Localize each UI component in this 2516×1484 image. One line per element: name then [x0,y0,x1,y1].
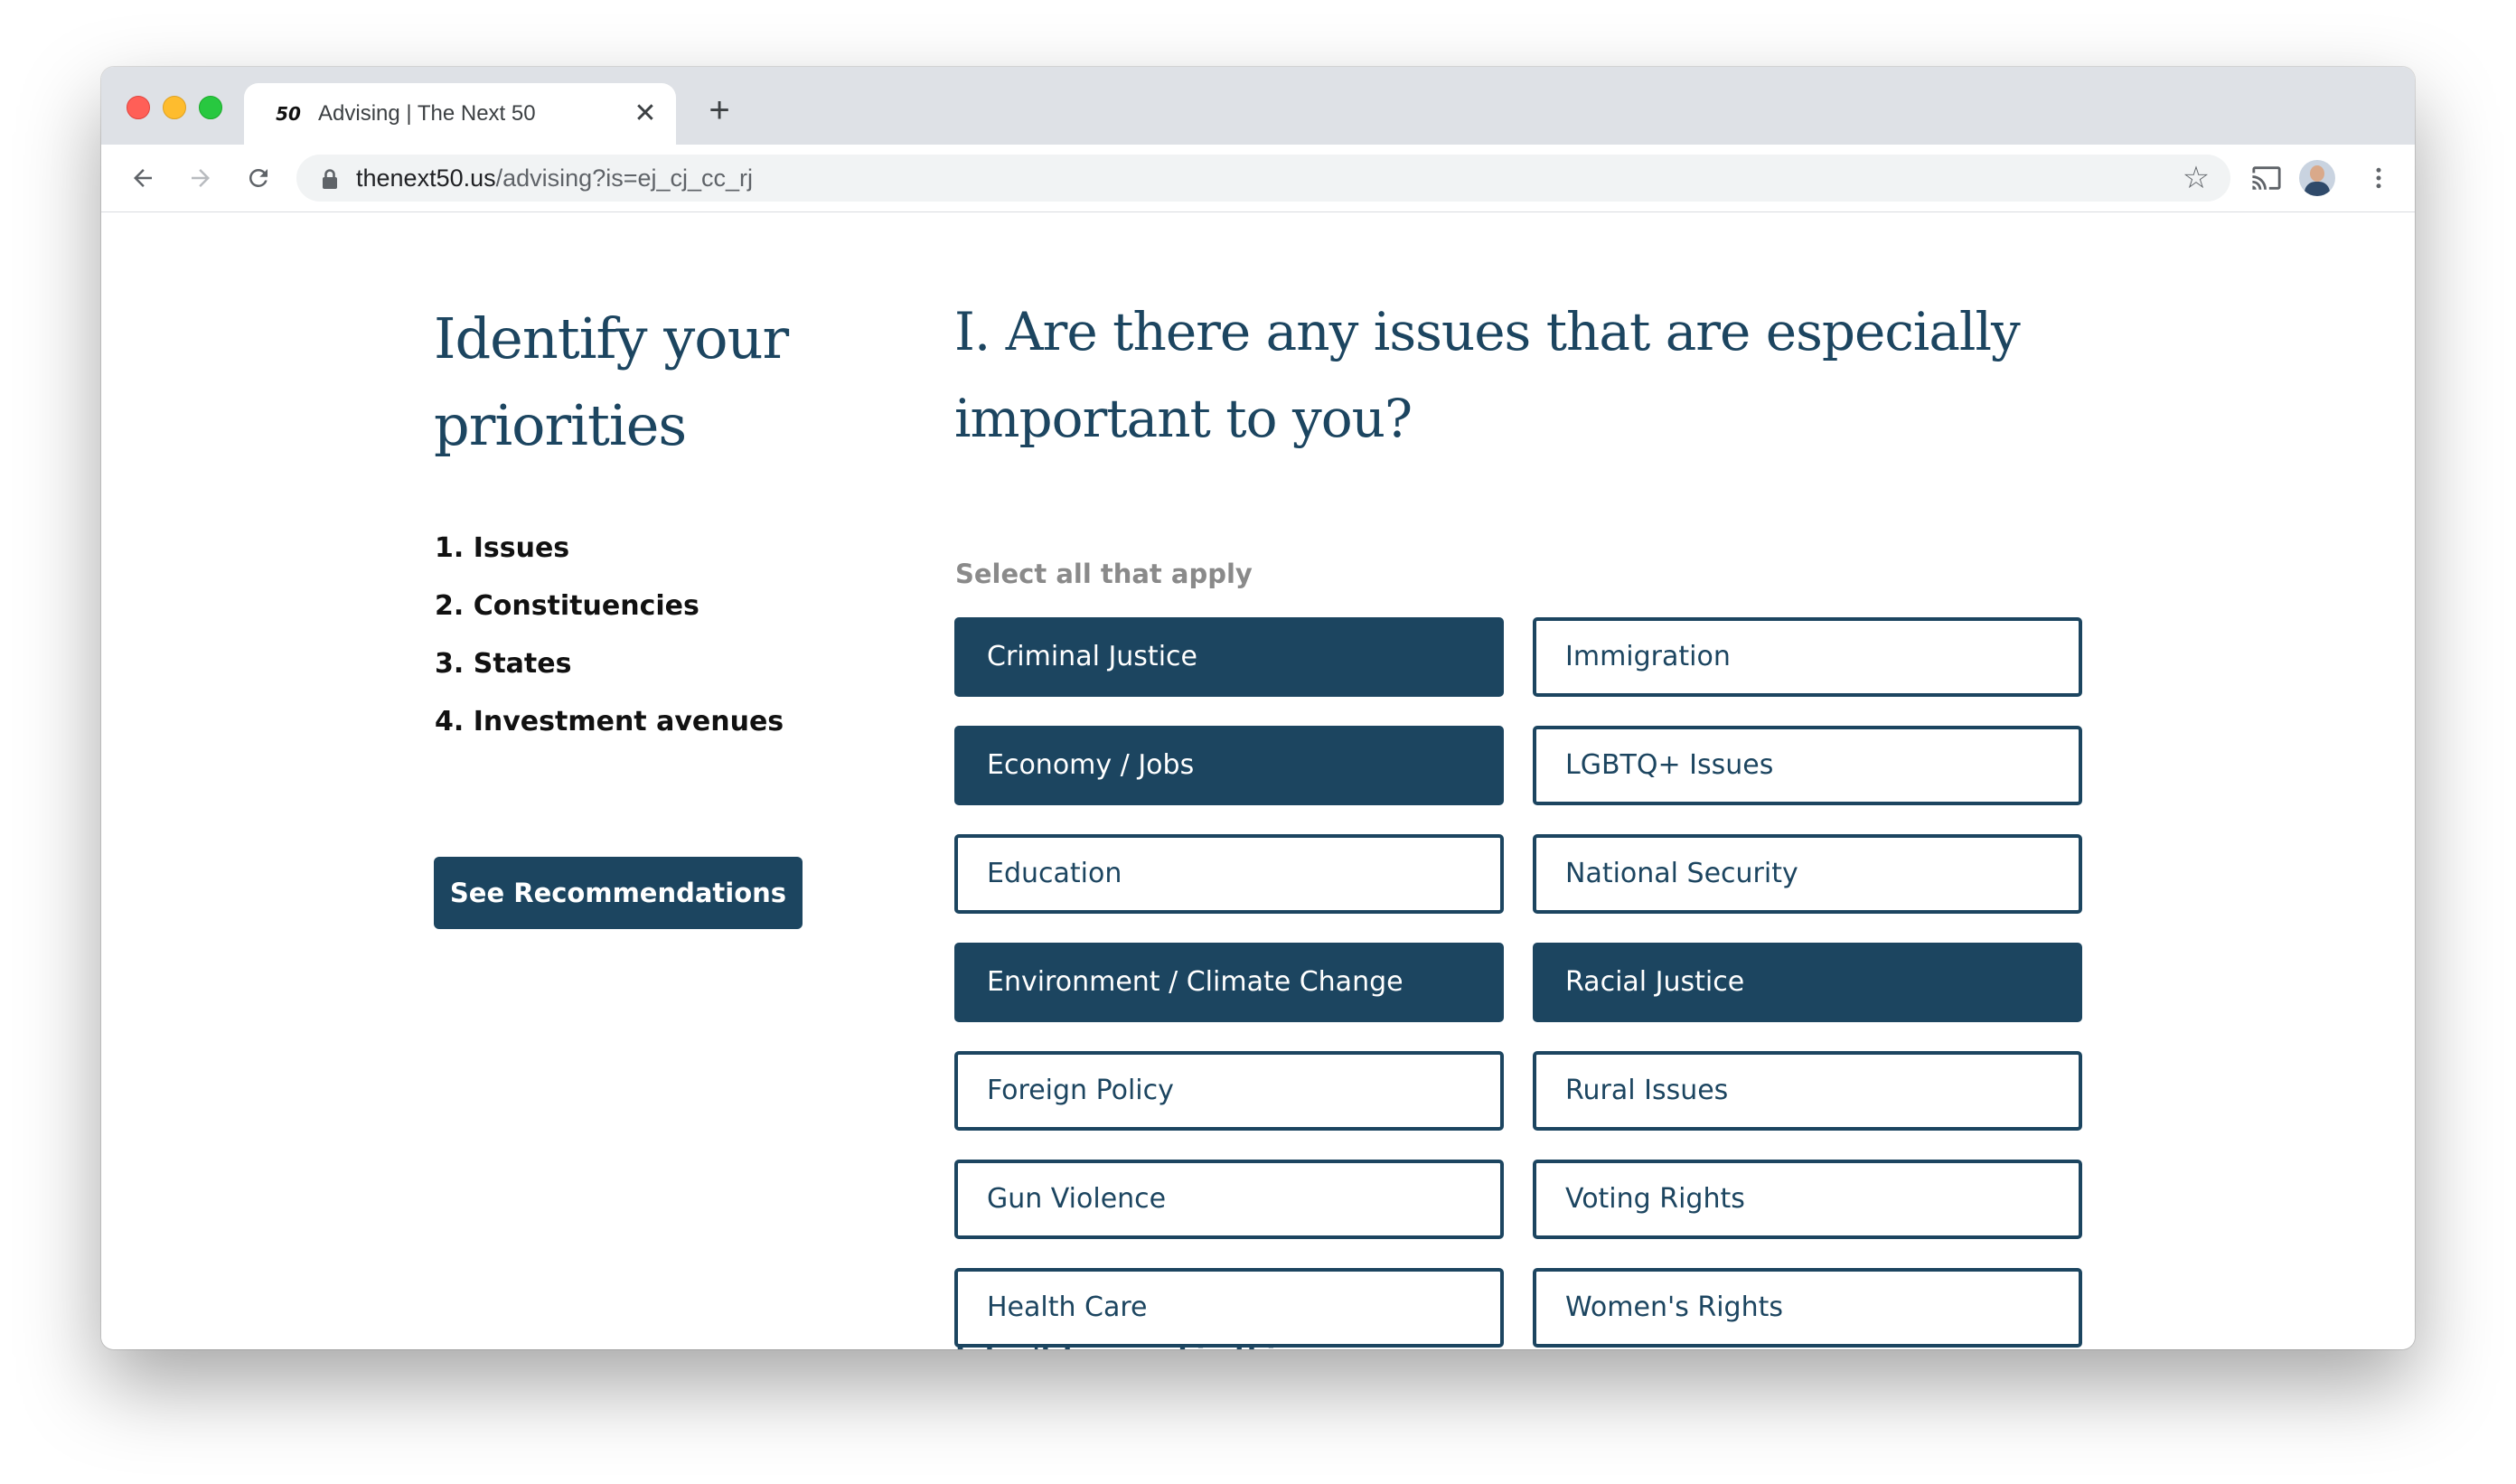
select-hint: Select all that apply [955,559,1253,589]
option-rural-issues[interactable]: Rural Issues [1533,1051,2082,1131]
url-path: /advising?is=ej_cj_cc_rj [495,164,754,192]
option-immigration[interactable]: Immigration [1533,617,2082,697]
address-bar[interactable]: thenext50.us/advising?is=ej_cj_cc_rj ☆ [296,155,2230,202]
reload-icon[interactable] [240,160,277,196]
menu-kebab-icon[interactable] [2361,160,2397,196]
forward-icon[interactable] [183,160,219,196]
option-economy-jobs[interactable]: Economy / Jobs [954,726,1504,805]
favicon-icon: 50 [273,101,304,127]
sidebar-title: Identify your priorities [434,305,789,458]
tab-strip: 50 Advising | The Next 50 ✕ + [101,67,2415,145]
see-recommendations-button[interactable]: See Recommendations [434,857,803,929]
option-education[interactable]: Education [954,834,1504,914]
option-voting-rights[interactable]: Voting Rights [1533,1160,2082,1239]
option-gun-violence[interactable]: Gun Violence [954,1160,1504,1239]
tab-title: Advising | The Next 50 [318,101,536,126]
lock-icon [323,169,337,189]
steps-list: 1. Issues 2. Constituencies 3. States 4.… [435,520,784,751]
browser-toolbar: thenext50.us/advising?is=ej_cj_cc_rj ☆ [101,145,2415,212]
option-criminal-justice[interactable]: Criminal Justice [954,617,1504,697]
option-health-care[interactable]: Health Care [954,1268,1504,1348]
option-national-security[interactable]: National Security [1533,834,2082,914]
browser-tab-active[interactable]: 50 Advising | The Next 50 ✕ [244,83,676,145]
issue-options-grid: Criminal Justice Immigration Economy / J… [954,617,2082,1348]
minimize-window-button[interactable] [163,96,186,119]
option-environment-climate-change[interactable]: Environment / Climate Change [954,943,1504,1022]
step-constituencies[interactable]: 2. Constituencies [435,578,784,635]
step-issues[interactable]: 1. Issues [435,520,784,578]
profile-avatar[interactable] [2299,160,2335,196]
new-tab-icon[interactable]: + [701,92,737,128]
option-lgbtq-issues[interactable]: LGBTQ+ Issues [1533,726,2082,805]
browser-window: 50 Advising | The Next 50 ✕ + thenext50.… [101,67,2415,1349]
step-states[interactable]: 3. States [435,635,784,693]
url-text: thenext50.us/advising?is=ej_cj_cc_rj [356,164,753,193]
maximize-window-button[interactable] [199,96,222,119]
tab-close-icon[interactable]: ✕ [631,99,660,128]
option-racial-justice[interactable]: Racial Justice [1533,943,2082,1022]
option-foreign-policy[interactable]: Foreign Policy [954,1051,1504,1131]
step-investment-avenues[interactable]: 4. Investment avenues [435,693,784,751]
close-window-button[interactable] [127,96,150,119]
cast-icon[interactable] [2248,160,2285,196]
url-host: thenext50.us [356,164,496,192]
page-content: Identify your priorities 1. Issues 2. Co… [101,212,2415,1349]
option-womens-rights[interactable]: Women's Rights [1533,1268,2082,1348]
skip-link[interactable]: I don't know, skip this [955,1338,1291,1349]
back-icon[interactable] [125,160,161,196]
bookmark-star-icon[interactable]: ☆ [2180,162,2212,194]
question-heading: I. Are there any issues that are especia… [954,301,2021,449]
favicon-text: 50 [276,103,301,125]
